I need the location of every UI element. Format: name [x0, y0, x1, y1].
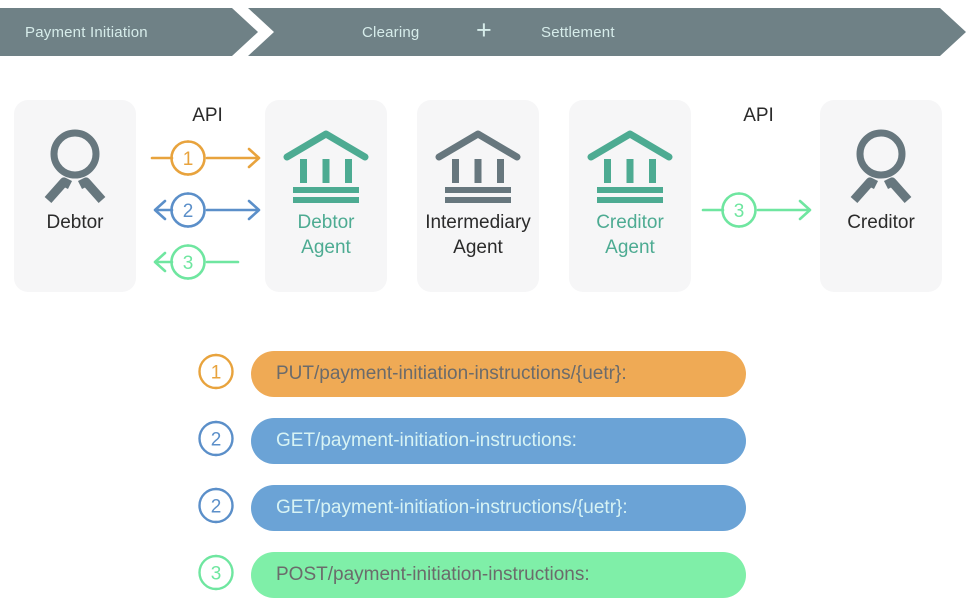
actor-card-debtor-agent[interactable]: Debtor Agent — [265, 100, 387, 292]
flow-marker-1[interactable]: 1 — [144, 136, 271, 180]
banner-segment-label: Payment Initiation — [25, 23, 148, 41]
svg-text:2: 2 — [211, 496, 222, 517]
legend-row[interactable]: 3 POST/payment-initiation-instructions: — [0, 541, 970, 608]
api-group-right: API 3 — [695, 100, 822, 292]
bank-icon — [587, 126, 673, 208]
legend-pill[interactable]: GET/payment-initiation-instructions: — [251, 417, 746, 464]
legend-pill-label: GET/payment-initiation-instructions/{uet… — [276, 496, 628, 518]
flow-number: 3 — [183, 253, 194, 274]
actor-label: Debtor Agent — [297, 212, 355, 258]
actor-card-debtor[interactable]: Debtor — [14, 100, 136, 292]
flow-marker-3[interactable]: 3 — [144, 240, 271, 284]
legend-pill-label: PUT/payment-initiation-instructions/{uet… — [276, 362, 627, 384]
actor-card-creditor[interactable]: Creditor — [820, 100, 942, 292]
banner-segment-payment-initiation[interactable]: Payment Initiation — [25, 8, 148, 56]
legend-pill[interactable]: GET/payment-initiation-instructions/{uet… — [251, 484, 746, 531]
flow-marker-2[interactable]: 2 — [144, 188, 271, 232]
person-icon — [845, 126, 917, 208]
banner-segment-label: Settlement — [541, 23, 615, 41]
flow-number: 3 — [734, 201, 745, 222]
person-icon — [39, 126, 111, 208]
process-banner: Payment Initiation Clearing + Settlement — [0, 8, 970, 56]
legend-row[interactable]: 2 GET/payment-initiation-instructions/{u… — [0, 474, 970, 541]
actor-row: Debtor API 1 2 3 Debtor Agent Intermedia… — [0, 100, 970, 295]
bank-icon — [283, 126, 369, 208]
legend-marker-2: 2 — [196, 418, 236, 463]
actor-label: Debtor — [46, 212, 104, 233]
svg-text:1: 1 — [211, 362, 222, 383]
actor-card-intermediary-agent[interactable]: Intermediary Agent — [417, 100, 539, 292]
flow-number: 1 — [183, 149, 194, 170]
svg-text:2: 2 — [211, 429, 222, 450]
flow-number: 2 — [183, 201, 194, 222]
actor-label: Creditor Agent — [596, 212, 664, 258]
actor-label: Intermediary Agent — [425, 212, 531, 258]
api-group-title: API — [743, 105, 774, 126]
banner-segment-settlement[interactable]: Settlement — [541, 8, 615, 56]
legend-pill-label: POST/payment-initiation-instructions: — [276, 563, 590, 585]
legend-row[interactable]: 2 GET/payment-initiation-instructions: — [0, 407, 970, 474]
svg-text:3: 3 — [211, 563, 222, 584]
banner-segment-label: Clearing — [362, 23, 420, 41]
banner-plus-label: + — [476, 14, 492, 45]
legend-pill[interactable]: PUT/payment-initiation-instructions/{uet… — [251, 350, 746, 397]
legend-row[interactable]: 1 PUT/payment-initiation-instructions/{u… — [0, 340, 970, 407]
legend-marker-2: 2 — [196, 485, 236, 530]
legend-marker-1: 1 — [196, 351, 236, 396]
bank-icon — [435, 126, 521, 208]
banner-segment-clearing[interactable]: Clearing — [362, 8, 419, 56]
actor-label: Creditor — [847, 212, 915, 233]
flow-marker-3-right[interactable]: 3 — [695, 188, 822, 232]
legend-pill-label: GET/payment-initiation-instructions: — [276, 429, 577, 451]
api-group-title: API — [192, 105, 223, 126]
banner-plus-icon: + — [476, 6, 492, 54]
legend-marker-3: 3 — [196, 552, 236, 597]
api-group-left: API 1 2 3 — [144, 100, 271, 292]
legend-list: 1 PUT/payment-initiation-instructions/{u… — [0, 340, 970, 608]
actor-card-creditor-agent[interactable]: Creditor Agent — [569, 100, 691, 292]
legend-pill[interactable]: POST/payment-initiation-instructions: — [251, 551, 746, 598]
